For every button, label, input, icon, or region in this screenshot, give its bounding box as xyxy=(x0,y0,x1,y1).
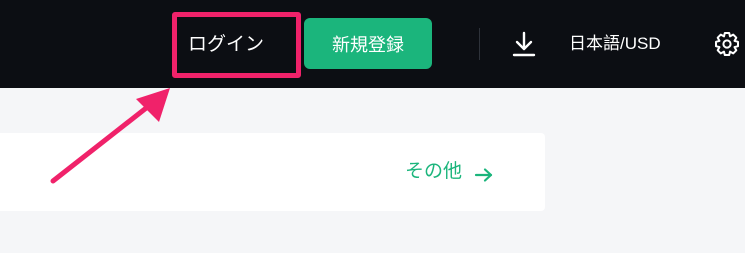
download-icon[interactable] xyxy=(510,28,538,60)
gear-icon[interactable] xyxy=(712,28,742,60)
top-nav-bar: ログイン 新規登録 日本語/USD xyxy=(0,0,745,88)
signup-button[interactable]: 新規登録 xyxy=(304,18,432,69)
more-link-label: その他 xyxy=(405,160,463,182)
content-card: その他 xyxy=(0,133,545,211)
more-link[interactable]: その他 xyxy=(405,157,494,185)
language-currency-selector[interactable]: 日本語/USD xyxy=(569,28,661,60)
nav-divider xyxy=(479,28,480,60)
annotation-highlight-box xyxy=(172,12,301,78)
arrow-right-icon xyxy=(474,163,494,182)
